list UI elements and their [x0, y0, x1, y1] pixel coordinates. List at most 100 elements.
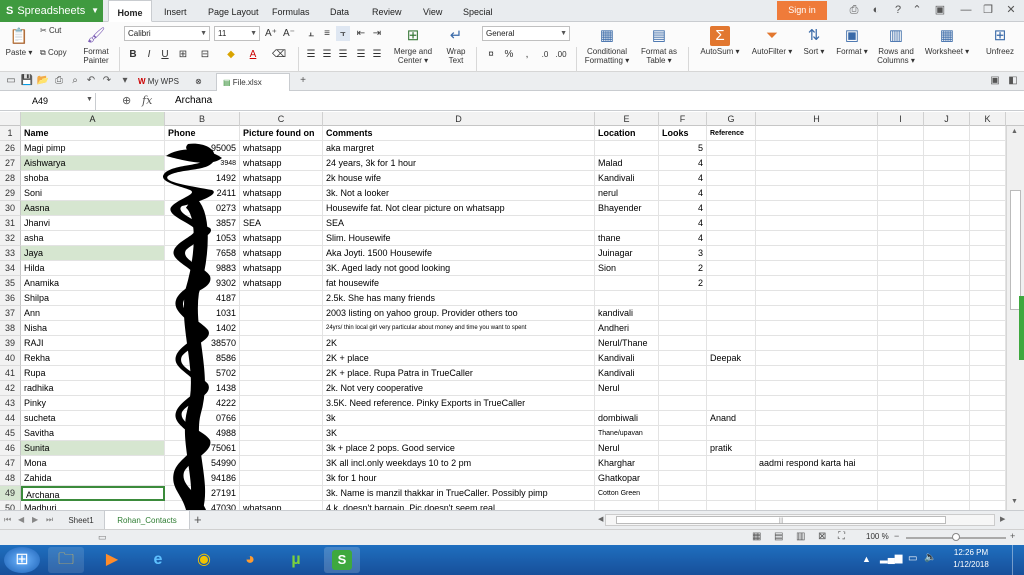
cell-h[interactable] [756, 261, 878, 276]
cell-picture-found-on[interactable]: whatsapp [240, 171, 323, 186]
row-header[interactable]: 1 [0, 126, 21, 141]
cell-comments[interactable]: Housewife fat. Not clear picture on what… [323, 201, 595, 216]
cell-comments[interactable]: 3K. Aged lady not good looking [323, 261, 595, 276]
cell-reference[interactable] [707, 246, 756, 261]
cell-reference[interactable] [707, 486, 756, 501]
cell-picture-found-on[interactable]: SEA [240, 216, 323, 231]
header-cell-phone[interactable]: Phone [165, 126, 240, 141]
cell-picture-found-on[interactable] [240, 441, 323, 456]
indent-right-icon[interactable]: ⇥ [370, 26, 384, 41]
prev-sheet-icon[interactable]: ◀ [18, 515, 24, 524]
autosum-button[interactable]: Σ AutoSum ▾ [696, 26, 744, 56]
cell-name[interactable]: shoba [21, 171, 165, 186]
cell-name[interactable]: Jaya [21, 246, 165, 261]
cell-i[interactable] [878, 441, 924, 456]
cell-name[interactable]: Savitha [21, 426, 165, 441]
active-cell[interactable]: Archana [21, 486, 165, 501]
cell-location[interactable]: Malad [595, 156, 659, 171]
align-bottom-icon[interactable]: ⫟ [336, 26, 350, 41]
column-header-f[interactable]: F [659, 112, 707, 126]
print-icon[interactable]: ⎙ [52, 74, 66, 88]
header-cell-j[interactable] [924, 126, 970, 141]
cell-name[interactable]: sucheta [21, 411, 165, 426]
zoom-out-icon[interactable]: − [894, 531, 899, 541]
cell-comments[interactable]: 3K all incl.only weekdays 10 to 2 pm [323, 456, 595, 471]
cell-reference[interactable] [707, 336, 756, 351]
cell-name[interactable]: radhika [21, 381, 165, 396]
cell-k[interactable] [970, 411, 1006, 426]
cell-j[interactable] [924, 366, 970, 381]
cell-picture-found-on[interactable]: whatsapp [240, 501, 323, 510]
distributed-icon[interactable]: ☰ [370, 47, 384, 62]
cell-location[interactable]: thane [595, 231, 659, 246]
row-header[interactable]: 49 [0, 486, 21, 501]
cell-comments[interactable]: 2k. Not very cooperative [323, 381, 595, 396]
open-folder-icon[interactable]: 📂 [36, 74, 50, 88]
row-header[interactable]: 38 [0, 321, 21, 336]
cell-looks[interactable]: 4 [659, 156, 707, 171]
cell-j[interactable] [924, 426, 970, 441]
cell-k[interactable] [970, 426, 1006, 441]
network-icon[interactable]: ▂▄▆ [880, 553, 902, 564]
cell-h[interactable] [756, 321, 878, 336]
cell-reference[interactable] [707, 186, 756, 201]
scroll-right-icon[interactable]: ▶ [1000, 515, 1005, 523]
skin-icon[interactable]: ◐ [868, 3, 884, 18]
column-header-e[interactable]: E [595, 112, 659, 126]
cell-i[interactable] [878, 201, 924, 216]
cell-k[interactable] [970, 276, 1006, 291]
row-header[interactable]: 43 [0, 396, 21, 411]
cell-looks[interactable] [659, 366, 707, 381]
row-header[interactable]: 44 [0, 411, 21, 426]
cell-picture-found-on[interactable]: whatsapp [240, 156, 323, 171]
cell-h[interactable] [756, 201, 878, 216]
minimize-icon[interactable]: — [958, 3, 974, 18]
font-name-select[interactable]: Calibri ▼ [124, 26, 210, 41]
cell-h[interactable] [756, 351, 878, 366]
header-cell-h[interactable] [756, 126, 878, 141]
cell-looks[interactable]: 4 [659, 186, 707, 201]
cell-h[interactable] [756, 486, 878, 501]
cell-comments[interactable]: 4 k. doesn't bargain. Pic doesn't seem r… [323, 501, 595, 510]
cell-h[interactable] [756, 411, 878, 426]
row-header[interactable]: 27 [0, 156, 21, 171]
row-header[interactable]: 32 [0, 231, 21, 246]
cell-name[interactable]: Sunita [21, 441, 165, 456]
cell-picture-found-on[interactable] [240, 471, 323, 486]
maximize-icon[interactable]: ❐ [980, 3, 996, 18]
cell-j[interactable] [924, 486, 970, 501]
cell-picture-found-on[interactable]: whatsapp [240, 276, 323, 291]
tab-view[interactable]: View [423, 0, 445, 22]
cell-j[interactable] [924, 351, 970, 366]
paste-button[interactable]: 📋 Paste ▾ [4, 27, 34, 57]
cell-looks[interactable] [659, 291, 707, 306]
align-middle-icon[interactable]: ≡ [320, 26, 334, 41]
cell-looks[interactable] [659, 411, 707, 426]
cell-looks[interactable] [659, 306, 707, 321]
cell-reference[interactable] [707, 321, 756, 336]
cell-name[interactable]: Nisha [21, 321, 165, 336]
start-button-icon[interactable]: ⊞ [4, 547, 40, 573]
restore-ribbon-icon[interactable]: ▣ [932, 3, 948, 18]
cell-comments[interactable]: 2.5k. She has many friends [323, 291, 595, 306]
cell-j[interactable] [924, 276, 970, 291]
tab-home[interactable]: Home [108, 0, 152, 22]
media-player-icon[interactable]: ▶ [94, 547, 130, 573]
print-preview-icon[interactable]: ⌕ [68, 74, 82, 88]
decrease-decimal-icon[interactable]: .00 [554, 47, 568, 62]
sort-button[interactable]: ⇅ Sort ▾ [800, 26, 828, 56]
cell-j[interactable] [924, 291, 970, 306]
cell-j[interactable] [924, 501, 970, 510]
cell-k[interactable] [970, 336, 1006, 351]
cell-name[interactable]: RAJI [21, 336, 165, 351]
sheet-tab-sheet1[interactable]: Sheet1 [60, 511, 102, 530]
row-header[interactable]: 47 [0, 456, 21, 471]
cell-h[interactable] [756, 291, 878, 306]
row-header[interactable]: 39 [0, 336, 21, 351]
cell-j[interactable] [924, 231, 970, 246]
clock-time[interactable]: 12:26 PM [948, 548, 994, 557]
cell-picture-found-on[interactable]: whatsapp [240, 231, 323, 246]
cell-looks[interactable] [659, 441, 707, 456]
cell-looks[interactable]: 3 [659, 246, 707, 261]
battery-icon[interactable]: ▭ [908, 553, 917, 564]
